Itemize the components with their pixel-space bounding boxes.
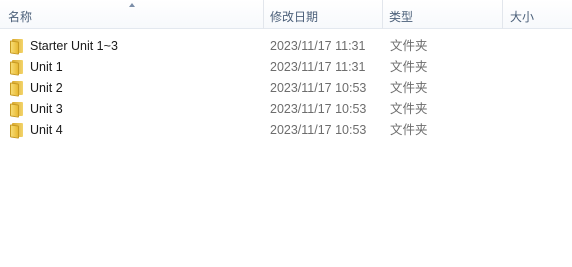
file-name: Unit 4 xyxy=(30,123,63,137)
folder-icon xyxy=(10,81,24,97)
column-header-date-label: 修改日期 xyxy=(270,10,319,24)
file-date-modified: 2023/11/17 10:53 xyxy=(270,102,367,116)
file-date-modified: 2023/11/17 10:53 xyxy=(270,81,367,95)
folder-icon xyxy=(10,60,24,76)
sort-ascending-icon xyxy=(129,3,135,7)
folder-icon xyxy=(10,39,24,55)
file-type: 文件夹 xyxy=(390,81,428,95)
file-date-modified: 2023/11/17 11:31 xyxy=(270,60,366,74)
file-list-view: 名称 修改日期 类型 大小 Starter Unit 1~3 2023/11/1… xyxy=(0,0,572,267)
folder-icon xyxy=(10,123,24,139)
column-header-bar: 名称 修改日期 类型 大小 xyxy=(0,0,572,29)
file-rows: Starter Unit 1~3 2023/11/17 11:31 文件夹 Un… xyxy=(0,36,572,141)
column-header-size-label: 大小 xyxy=(510,10,535,24)
file-date-modified: 2023/11/17 11:31 xyxy=(270,39,366,53)
file-type: 文件夹 xyxy=(390,123,428,137)
file-row[interactable]: Unit 2 2023/11/17 10:53 文件夹 xyxy=(0,78,572,99)
column-header-size[interactable]: 大小 xyxy=(503,0,572,29)
file-name: Unit 3 xyxy=(30,102,63,116)
file-row[interactable]: Unit 3 2023/11/17 10:53 文件夹 xyxy=(0,99,572,120)
file-name: Unit 1 xyxy=(30,60,63,74)
file-name: Unit 2 xyxy=(30,81,63,95)
column-header-type[interactable]: 类型 xyxy=(383,0,503,29)
file-date-modified: 2023/11/17 10:53 xyxy=(270,123,367,137)
column-header-name-label: 名称 xyxy=(8,10,33,24)
file-type: 文件夹 xyxy=(390,39,428,53)
file-row[interactable]: Starter Unit 1~3 2023/11/17 11:31 文件夹 xyxy=(0,36,572,57)
file-row[interactable]: Unit 4 2023/11/17 10:53 文件夹 xyxy=(0,120,572,141)
column-header-type-label: 类型 xyxy=(389,10,414,24)
file-name: Starter Unit 1~3 xyxy=(30,39,118,53)
file-row[interactable]: Unit 1 2023/11/17 11:31 文件夹 xyxy=(0,57,572,78)
folder-icon xyxy=(10,102,24,118)
column-header-date-modified[interactable]: 修改日期 xyxy=(264,0,383,29)
file-type: 文件夹 xyxy=(390,60,428,74)
file-type: 文件夹 xyxy=(390,102,428,116)
